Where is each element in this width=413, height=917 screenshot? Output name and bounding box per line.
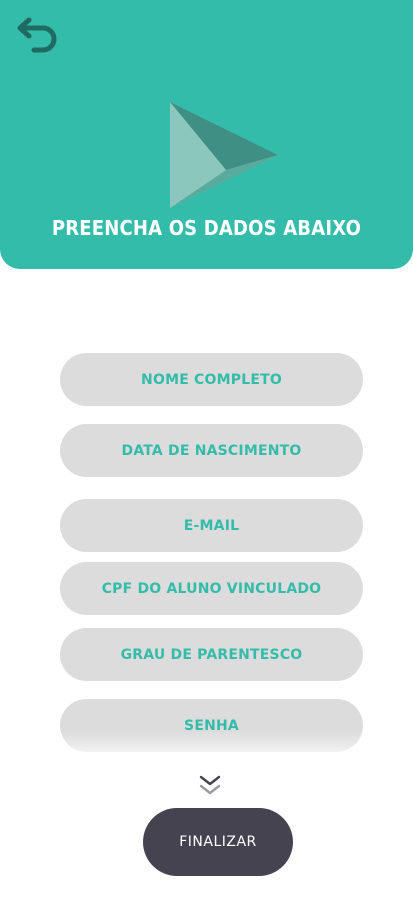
finish-button[interactable]: FINALIZAR: [143, 808, 293, 876]
page-title: PREENCHA OS DADOS ABAIXO: [51, 216, 362, 240]
scroll-down-button[interactable]: [197, 773, 223, 799]
undo-arrow-icon: [17, 17, 57, 53]
email-field[interactable]: E-MAIL: [60, 499, 363, 552]
double-chevron-down-icon: [199, 775, 221, 795]
header-banner: PREENCHA OS DADOS ABAIXO: [0, 0, 413, 269]
play-triangle-logo-icon: [170, 102, 278, 208]
linked-student-cpf-field[interactable]: CPF DO ALUNO VINCULADO: [60, 562, 363, 615]
full-name-field[interactable]: NOME COMPLETO: [60, 353, 363, 406]
birth-date-field[interactable]: DATA DE NASCIMENTO: [60, 424, 363, 477]
password-field[interactable]: SENHA: [60, 699, 363, 752]
relationship-degree-field[interactable]: GRAU DE PARENTESCO: [60, 628, 363, 681]
back-button[interactable]: [14, 16, 60, 58]
